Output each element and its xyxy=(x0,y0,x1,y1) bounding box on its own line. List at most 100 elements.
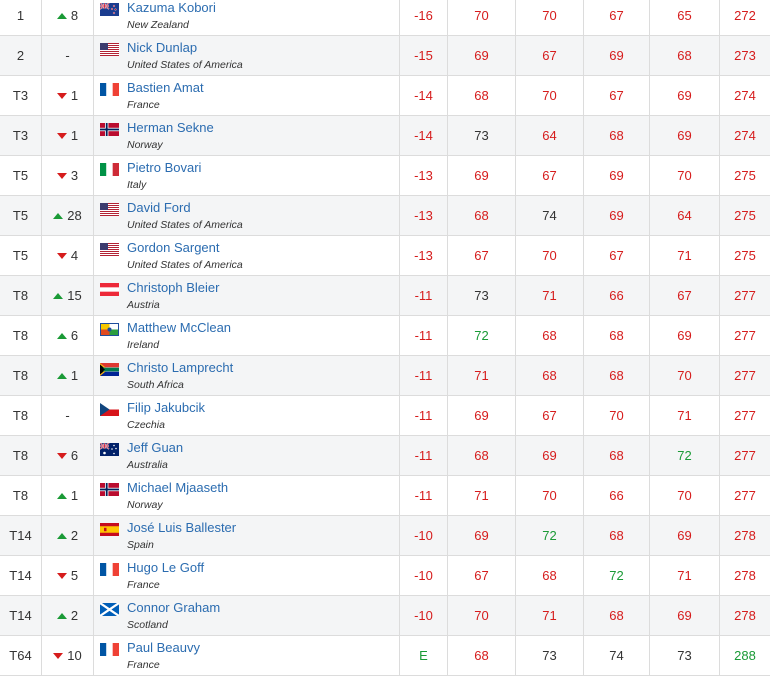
table-row[interactable]: T3 1 Bastien Amat France -14 68 70 67 69 27… xyxy=(0,76,770,116)
table-row[interactable]: T5 28 David Ford United States of Americ… xyxy=(0,196,770,236)
player-name-link[interactable]: Christo Lamprecht xyxy=(127,360,233,376)
round-2-score: 68 xyxy=(516,316,584,355)
total-score: 275 xyxy=(734,208,756,223)
table-row[interactable]: 1 8 Kazuma Kobori New Zealand -16 70 70 67… xyxy=(0,0,770,36)
round-4-score: 67 xyxy=(650,276,720,315)
table-row[interactable]: T5 3 Pietro Bovari Italy -13 69 67 69 70 27… xyxy=(0,156,770,196)
flag-es-icon xyxy=(100,523,119,536)
round-4-score: 69 xyxy=(650,116,720,155)
round-2-score: 70 xyxy=(516,76,584,115)
player-cell: Matthew McClean Ireland xyxy=(94,316,400,355)
movement-cell: 1 xyxy=(42,356,94,395)
movement-value: 6 xyxy=(70,328,79,343)
movement-cell: 6 xyxy=(42,316,94,355)
player-name-link[interactable]: Christoph Bleier xyxy=(127,280,220,296)
table-row[interactable]: T64 10 Paul Beauvy France E 68 73 74 73 288 xyxy=(0,636,770,676)
movement-value: 1 xyxy=(70,88,79,103)
table-row[interactable]: T14 2 José Luis Ballester Spain -10 69 72… xyxy=(0,516,770,556)
round-1-score: 68 xyxy=(448,196,516,235)
player-name-link[interactable]: Paul Beauvy xyxy=(127,640,200,656)
player-country: South Africa xyxy=(127,379,184,391)
round-1-score: 68 xyxy=(448,436,516,475)
table-row[interactable]: T8 15 Christoph Bleier Austria -11 73 71 6… xyxy=(0,276,770,316)
player-country: Czechia xyxy=(127,419,165,431)
arrow-up-icon xyxy=(56,532,67,539)
flag-fr-icon xyxy=(100,83,119,96)
player-name-link[interactable]: José Luis Ballester xyxy=(127,520,236,536)
round-1-score: 69 xyxy=(448,396,516,435)
to-par-cell: -13 xyxy=(400,236,448,275)
table-row[interactable]: T8 6 Matthew McClean Ireland -11 72 68 68 6… xyxy=(0,316,770,356)
player-name-link[interactable]: Nick Dunlap xyxy=(127,40,243,56)
round-2-score: 74 xyxy=(516,196,584,235)
player-country: Spain xyxy=(127,539,154,551)
total-score: 275 xyxy=(734,168,756,183)
to-par-cell: -11 xyxy=(400,436,448,475)
player-cell: Christo Lamprecht South Africa xyxy=(94,356,400,395)
to-par-cell: -10 xyxy=(400,516,448,555)
flag-us-icon xyxy=(100,243,119,256)
arrow-down-icon xyxy=(56,92,67,99)
player-cell: David Ford United States of America xyxy=(94,196,400,235)
player-name-link[interactable]: Kazuma Kobori xyxy=(127,0,216,16)
player-cell: Kazuma Kobori New Zealand xyxy=(94,0,400,35)
player-name-link[interactable]: Herman Sekne xyxy=(127,120,214,136)
movement-cell: 1 xyxy=(42,116,94,155)
round-4-score: 71 xyxy=(650,556,720,595)
total-score: 277 xyxy=(734,288,756,303)
round-3-score: 68 xyxy=(584,596,650,635)
to-par-cell: -13 xyxy=(400,196,448,235)
player-cell: Christoph Bleier Austria xyxy=(94,276,400,315)
total-score: 288 xyxy=(734,648,756,663)
to-par-cell: -11 xyxy=(400,356,448,395)
round-3-score: 72 xyxy=(584,556,650,595)
round-4-score: 70 xyxy=(650,356,720,395)
total-score: 272 xyxy=(734,8,756,23)
player-name-link[interactable]: Matthew McClean xyxy=(127,320,231,336)
movement-value: 3 xyxy=(70,168,79,183)
table-row[interactable]: T8 6 Jeff Guan Australia -11 68 69 68 72 27… xyxy=(0,436,770,476)
player-name-link[interactable]: Filip Jakubcik xyxy=(127,400,205,416)
movement-value: 6 xyxy=(70,448,79,463)
table-row[interactable]: T14 5 Hugo Le Goff France -10 67 68 72 71 2… xyxy=(0,556,770,596)
player-name-link[interactable]: Pietro Bovari xyxy=(127,160,201,176)
position-cell: T8 xyxy=(0,356,42,395)
round-2-score: 67 xyxy=(516,36,584,75)
round-4-score: 72 xyxy=(650,436,720,475)
movement-cell: 4 xyxy=(42,236,94,275)
movement-value: 5 xyxy=(70,568,79,583)
to-par-cell: -15 xyxy=(400,36,448,75)
round-2-score: 72 xyxy=(516,516,584,555)
player-cell: Nick Dunlap United States of America xyxy=(94,36,400,75)
player-name-link[interactable]: Connor Graham xyxy=(127,600,220,616)
player-name-link[interactable]: Bastien Amat xyxy=(127,80,204,96)
round-1-score: 68 xyxy=(448,636,516,675)
player-name-link[interactable]: Michael Mjaaseth xyxy=(127,480,228,496)
movement-cell: - xyxy=(42,36,94,75)
round-1-score: 68 xyxy=(448,76,516,115)
table-row[interactable]: T8 1 Christo Lamprecht South Africa -11 … xyxy=(0,356,770,396)
round-2-score: 71 xyxy=(516,276,584,315)
total-score: 277 xyxy=(734,408,756,423)
arrow-down-icon xyxy=(56,252,67,259)
player-country: United States of America xyxy=(127,259,243,271)
round-1-score: 67 xyxy=(448,236,516,275)
round-3-score: 69 xyxy=(584,196,650,235)
table-row[interactable]: T8 - Filip Jakubcik Czechia -11 69 67 70 71… xyxy=(0,396,770,436)
player-country: United States of America xyxy=(127,219,243,231)
position-cell: 1 xyxy=(0,0,42,35)
total-score: 278 xyxy=(734,608,756,623)
player-cell: Hugo Le Goff France xyxy=(94,556,400,595)
table-row[interactable]: 2 - Nick Dunlap United States of America… xyxy=(0,36,770,76)
player-name-link[interactable]: Jeff Guan xyxy=(127,440,183,456)
position-cell: T8 xyxy=(0,436,42,475)
table-row[interactable]: T3 1 Herman Sekne Norway -14 73 64 68 69 27… xyxy=(0,116,770,156)
player-name-link[interactable]: Hugo Le Goff xyxy=(127,560,204,576)
table-row[interactable]: T8 1 Michael Mjaaseth Norway -11 71 70 66 7… xyxy=(0,476,770,516)
table-row[interactable]: T5 4 Gordon Sargent United States of Ame… xyxy=(0,236,770,276)
player-name-link[interactable]: Gordon Sargent xyxy=(127,240,243,256)
table-row[interactable]: T14 2 Connor Graham Scotland -10 70 71 68 6… xyxy=(0,596,770,636)
player-country: United States of America xyxy=(127,59,243,71)
flag-sc-icon xyxy=(100,603,119,616)
player-name-link[interactable]: David Ford xyxy=(127,200,243,216)
